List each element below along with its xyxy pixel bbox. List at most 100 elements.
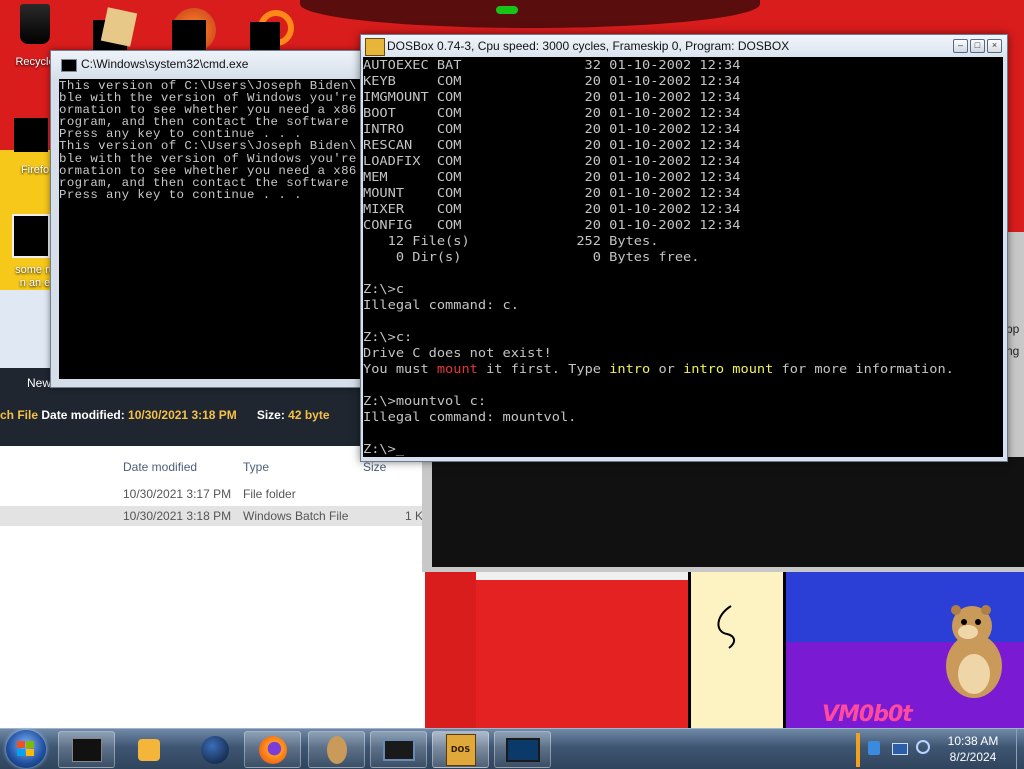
terminal-icon bbox=[71, 737, 102, 762]
dos-line: CONFIG COM 20 01-10-2002 12:34 bbox=[363, 217, 741, 232]
wallpaper-green-light bbox=[496, 6, 518, 14]
row-date: 10/30/2021 3:18 PM bbox=[123, 509, 232, 523]
taskbar-cmd[interactable] bbox=[58, 731, 115, 768]
dos-line: RESCAN COM 20 01-10-2002 12:34 bbox=[363, 137, 741, 152]
taskbar-hamster[interactable] bbox=[308, 731, 365, 768]
maximize-button[interactable]: □ bbox=[970, 39, 985, 53]
tray-separator bbox=[856, 733, 860, 767]
dos-line: 12 File(s) 252 Bytes. bbox=[363, 233, 659, 248]
dosbox-screen[interactable]: AUTOEXEC BAT 32 01-10-2002 12:34 KEYB CO… bbox=[363, 57, 1003, 457]
cmd-output-text: This version of C:\Users\Joseph Biden\ b… bbox=[59, 79, 373, 201]
monitor-icon bbox=[382, 738, 415, 761]
dos-line: You must mount it first. Type intro or i… bbox=[363, 361, 954, 376]
dos-line: MIXER COM 20 01-10-2002 12:34 bbox=[363, 201, 741, 216]
wallpaper-artwork: VM0b0t bbox=[476, 572, 1024, 728]
dos-line: Z:\>c: bbox=[363, 329, 413, 344]
taskbar-window[interactable] bbox=[494, 731, 551, 768]
window-icon bbox=[505, 737, 540, 762]
clock-date: 8/2/2024 bbox=[949, 750, 997, 764]
background-window-text: ng bbox=[1006, 344, 1020, 358]
hamster-icon bbox=[946, 605, 1002, 698]
background-window-text: pp bbox=[1006, 322, 1020, 336]
row-type: Windows Batch File bbox=[243, 509, 349, 523]
clock-time: 10:38 AM bbox=[947, 734, 999, 748]
desktop-icon-dark-3 bbox=[250, 22, 280, 52]
column-date-modified[interactable]: Date modified bbox=[123, 460, 197, 474]
dos-line: Drive C does not exist! bbox=[363, 345, 552, 360]
table-row[interactable]: 10/30/2021 3:17 PM File folder bbox=[0, 484, 425, 504]
dos-line: MOUNT COM 20 01-10-2002 12:34 bbox=[363, 185, 741, 200]
close-button[interactable]: × bbox=[987, 39, 1002, 53]
dos-text: it first. Type bbox=[477, 361, 610, 376]
row-date: 10/30/2021 3:17 PM bbox=[123, 487, 232, 501]
taskbar: DOS 10:38 AM 8/2/2024 bbox=[0, 728, 1024, 769]
column-size[interactable]: Size bbox=[363, 460, 386, 474]
volume-icon[interactable] bbox=[916, 740, 930, 754]
dos-line: Z:\>c bbox=[363, 281, 405, 296]
media-player-icon bbox=[137, 738, 160, 761]
table-row[interactable]: 10/30/2021 3:18 PM Windows Batch File 1 … bbox=[0, 506, 425, 526]
dos-line: Illegal command: c. bbox=[363, 297, 519, 312]
network-icon[interactable] bbox=[868, 741, 880, 755]
artwork-signature: VM0b0t bbox=[822, 702, 913, 727]
background-window-dark-area bbox=[432, 457, 1024, 567]
start-button[interactable] bbox=[6, 730, 46, 768]
dos-highlight-mount: mount bbox=[436, 361, 478, 376]
firefox-icon bbox=[258, 735, 287, 764]
dos-line: KEYB COM 20 01-10-2002 12:34 bbox=[363, 73, 741, 88]
wallpaper-dark-shape bbox=[300, 0, 760, 28]
explorer-details-text: ch File Date modified: 10/30/2021 3:18 P… bbox=[0, 408, 330, 422]
minimize-button[interactable]: – bbox=[953, 39, 968, 53]
row-type: File folder bbox=[243, 487, 296, 501]
dos-line: BOOT COM 20 01-10-2002 12:34 bbox=[363, 105, 741, 120]
cmd-window[interactable]: C:\Windows\system32\cmd.exe This version… bbox=[50, 50, 374, 388]
taskbar-firefox[interactable] bbox=[244, 731, 301, 768]
recycle-bin-icon bbox=[20, 4, 50, 44]
windows-logo-icon bbox=[17, 741, 35, 757]
dosbox-icon bbox=[365, 38, 385, 56]
dosbox-output-text: AUTOEXEC BAT 32 01-10-2002 12:34 KEYB CO… bbox=[363, 57, 1003, 457]
dos-line: LOADFIX COM 20 01-10-2002 12:34 bbox=[363, 153, 741, 168]
artwork-face-drawing bbox=[717, 605, 735, 649]
new-folder-button[interactable]: New bbox=[27, 376, 51, 390]
details-size-value: 42 byte bbox=[288, 408, 330, 422]
taskbar-dosbox[interactable]: DOS bbox=[432, 731, 489, 768]
dosbox-titlebar[interactable]: DOSBox 0.74-3, Cpu speed: 3000 cycles, F… bbox=[361, 35, 1007, 57]
show-desktop-button[interactable] bbox=[1016, 729, 1024, 769]
taskbar-media[interactable] bbox=[120, 731, 177, 768]
globe-icon bbox=[200, 735, 229, 764]
details-file-type: ch File bbox=[0, 408, 39, 422]
taskbar-screen[interactable] bbox=[370, 731, 427, 768]
row-size: 1 K bbox=[405, 509, 424, 523]
details-modified-value: 10/30/2021 3:18 PM bbox=[128, 408, 237, 422]
cmd-console[interactable]: This version of C:\Users\Joseph Biden\ b… bbox=[59, 79, 373, 379]
dosbox-title: DOSBox 0.74-3, Cpu speed: 3000 cycles, F… bbox=[387, 39, 790, 53]
dos-line: Z:\>mountvol c: bbox=[363, 393, 487, 408]
desktop-folder-icon[interactable] bbox=[100, 7, 138, 47]
cmd-titlebar[interactable]: C:\Windows\system32\cmd.exe bbox=[51, 51, 373, 77]
cmd-line: Press any key to continue . . . bbox=[59, 187, 302, 202]
dos-text: You must bbox=[363, 361, 437, 376]
dos-line: IMGMOUNT COM 20 01-10-2002 12:34 bbox=[363, 89, 741, 104]
dos-line: 0 Dir(s) 0 Bytes free. bbox=[363, 249, 700, 264]
taskbar-globe[interactable] bbox=[186, 731, 243, 768]
display-icon[interactable] bbox=[892, 743, 908, 755]
hamster-icon bbox=[326, 735, 347, 764]
dos-highlight-intro: intro bbox=[609, 361, 651, 376]
dos-prompt[interactable]: Z:\>_ bbox=[363, 441, 404, 456]
cmd-title: C:\Windows\system32\cmd.exe bbox=[81, 57, 249, 71]
taskbar-clock[interactable]: 10:38 AM 8/2/2024 bbox=[930, 733, 1016, 765]
dos-text: for more information. bbox=[773, 361, 954, 376]
dos-text: or bbox=[650, 361, 684, 376]
desktop-icon-dark-2b bbox=[172, 20, 206, 50]
batch-file-icon bbox=[12, 214, 50, 258]
artwork-face bbox=[688, 572, 786, 728]
dos-line: MEM COM 20 01-10-2002 12:34 bbox=[363, 169, 741, 184]
dos-highlight-intro-mount: intro mount bbox=[683, 361, 774, 376]
dosbox-window[interactable]: DOSBox 0.74-3, Cpu speed: 3000 cycles, F… bbox=[360, 34, 1008, 462]
details-modified-label: Date modified: bbox=[41, 408, 125, 422]
cmd-icon bbox=[61, 59, 77, 72]
column-type[interactable]: Type bbox=[243, 460, 269, 474]
dos-line: Illegal command: mountvol. bbox=[363, 409, 577, 424]
dos-line: AUTOEXEC BAT 32 01-10-2002 12:34 bbox=[363, 57, 741, 72]
